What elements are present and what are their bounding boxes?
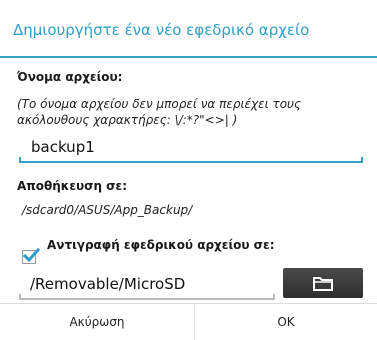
dialog-title-bar: Δημιουργήστε ένα νέο εφεδρικό αρχείο: [0, 0, 377, 58]
folder-icon: [313, 276, 333, 291]
filename-label: Όνομα αρχείου:: [17, 70, 123, 84]
checkmark-icon: [22, 247, 40, 263]
save-location-label: Αποθήκευση σε:: [17, 179, 128, 193]
save-location-path: /sdcard0/ASUS/App_Backup/: [22, 203, 193, 217]
browse-folder-button[interactable]: [283, 268, 363, 298]
cancel-button[interactable]: Ακύρωση: [0, 304, 194, 340]
copy-path-value: /Removable/MicroSD: [30, 275, 186, 293]
create-backup-dialog: Δημιουργήστε ένα νέο εφεδρικό αρχείο Όνο…: [0, 0, 377, 340]
copy-path-field[interactable]: /Removable/MicroSD: [19, 270, 275, 300]
copy-backup-checkbox[interactable]: [22, 247, 40, 264]
filename-value: backup1: [31, 138, 95, 156]
ok-button[interactable]: OK: [195, 304, 377, 340]
copy-backup-label: Αντιγραφή εφεδρικού αρχείου σε:: [47, 238, 275, 252]
dialog-button-bar: Ακύρωση OK: [0, 303, 377, 340]
filename-field[interactable]: backup1: [19, 133, 363, 163]
dialog-title: Δημιουργήστε ένα νέο εφεδρικό αρχείο: [13, 21, 310, 39]
filename-hint: (Το όνομα αρχείου δεν μπορεί να περιέχει…: [17, 97, 302, 127]
